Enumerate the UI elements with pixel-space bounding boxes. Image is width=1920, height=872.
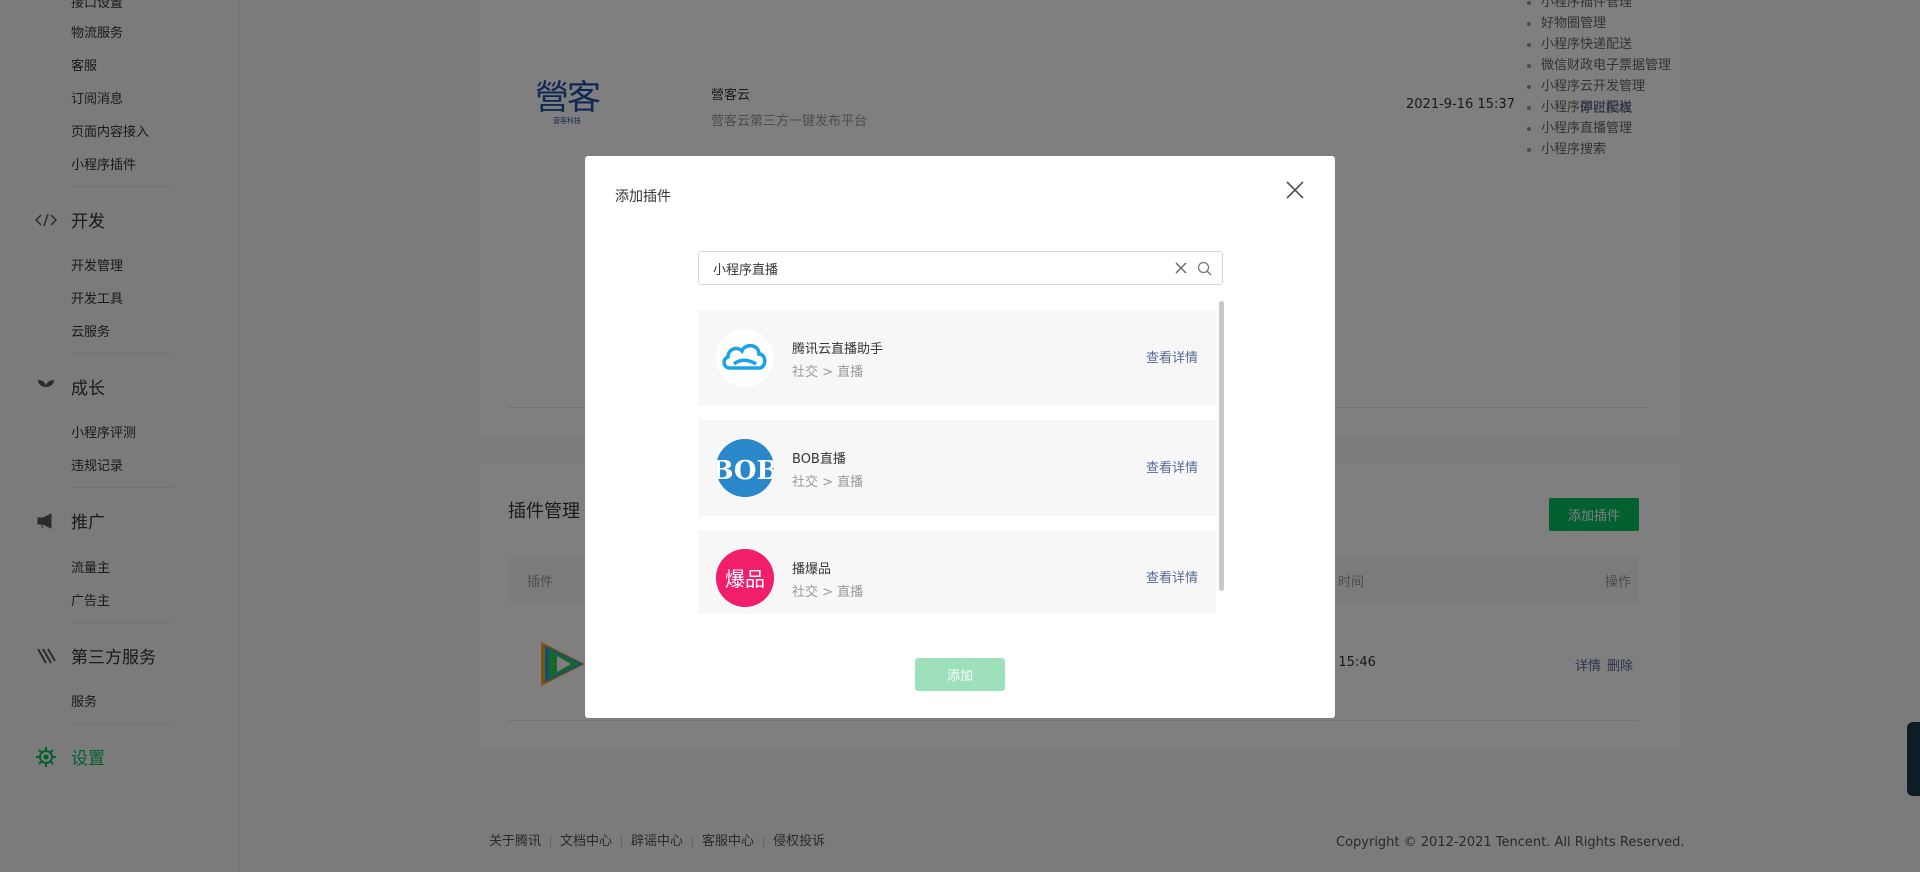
plugin-category: 社交 > 直播 [792, 365, 864, 380]
plugin-category: 社交 > 直播 [792, 585, 864, 600]
add-plugin-dialog: 添加插件 腾讯云直播助手 社交 > 直播 查看详情 [585, 156, 1335, 718]
view-detail-link[interactable]: 查看详情 [1146, 457, 1198, 476]
bbp-logo-text: 爆品 [725, 567, 765, 591]
bobaopin-logo: 爆品 [716, 549, 774, 607]
dialog-title: 添加插件 [615, 189, 671, 205]
plugin-category: 社交 > 直播 [792, 475, 864, 490]
view-detail-link[interactable]: 查看详情 [1146, 347, 1198, 366]
list-scrollbar[interactable] [1219, 301, 1224, 591]
search-icon[interactable] [1197, 261, 1212, 276]
tencent-cloud-live-logo [716, 329, 774, 387]
close-icon[interactable] [1283, 178, 1307, 202]
plugin-name: 播爆品 [792, 562, 832, 577]
add-button[interactable]: 添加 [915, 658, 1005, 691]
plugin-name: 腾讯云直播助手 [792, 342, 884, 357]
bob-logo-text: BOB [716, 456, 774, 486]
plugin-search [698, 251, 1223, 285]
clear-icon[interactable] [1174, 261, 1188, 275]
search-input[interactable] [713, 252, 1153, 284]
list-item[interactable]: 爆品 播爆品 社交 > 直播 查看详情 [698, 530, 1216, 614]
plugin-result-list: 腾讯云直播助手 社交 > 直播 查看详情 BOB BOB直播 社交 > 直播 查… [698, 299, 1223, 614]
list-item[interactable]: BOB BOB直播 社交 > 直播 查看详情 [698, 420, 1216, 516]
list-item[interactable]: 腾讯云直播助手 社交 > 直播 查看详情 [698, 310, 1216, 406]
bob-live-logo: BOB [716, 439, 774, 497]
plugin-name: BOB直播 [792, 452, 846, 467]
view-detail-link[interactable]: 查看详情 [1146, 567, 1198, 586]
